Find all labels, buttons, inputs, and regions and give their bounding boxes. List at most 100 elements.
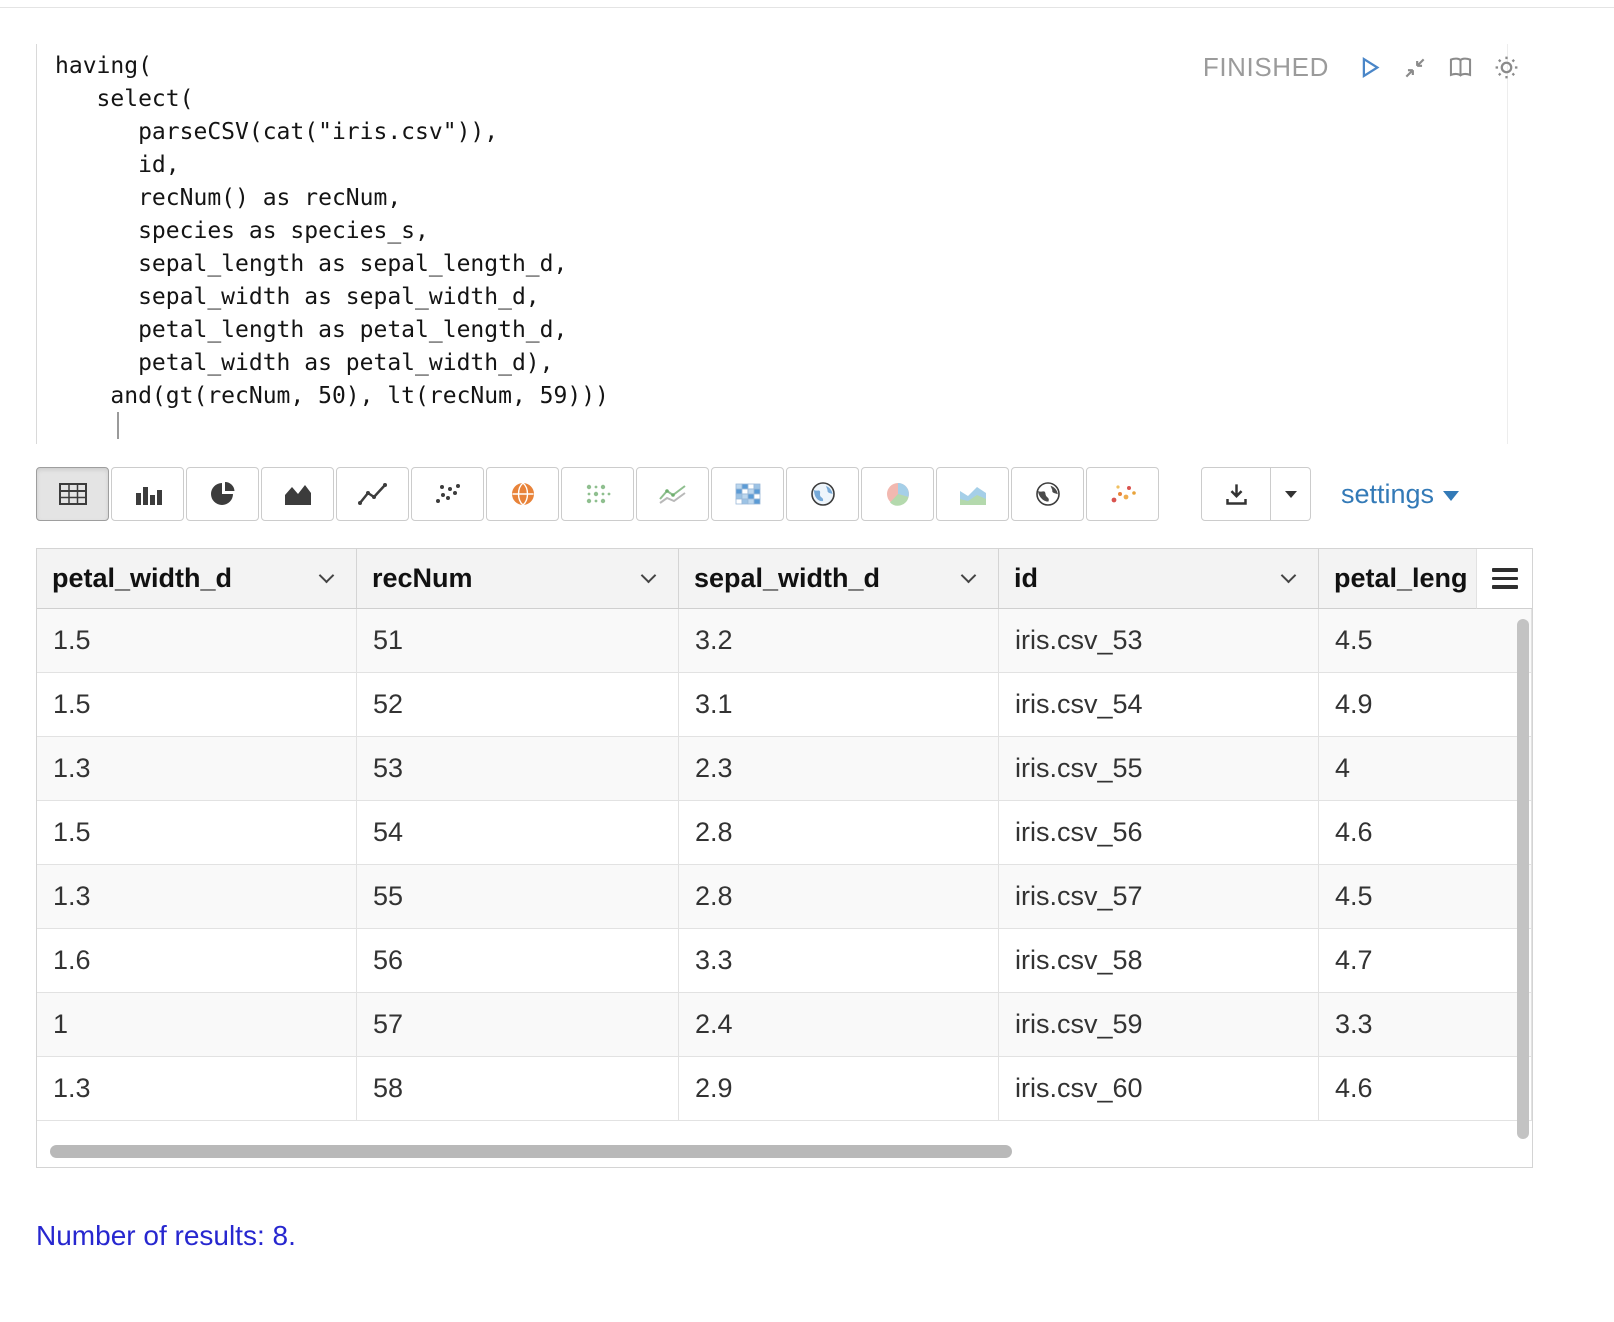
table-body: 1.5 51 3.2 iris.csv_53 4.5 1.5 52 3.1 iris.csv_5… <box>37 609 1532 1121</box>
collapse-editor-button[interactable] <box>1402 55 1428 81</box>
chart-worldmap-button[interactable] <box>1011 467 1084 521</box>
table-cell: 1 <box>37 993 357 1056</box>
download-button[interactable] <box>1201 467 1271 521</box>
table-cell: iris.csv_57 <box>999 865 1319 928</box>
table-cell: 1.3 <box>37 737 357 800</box>
download-split-button <box>1201 467 1311 521</box>
table-cell: 1.3 <box>37 865 357 928</box>
table-cell: 1.6 <box>37 929 357 992</box>
paragraph-controls: FINISHED <box>1203 52 1520 83</box>
table-cell: 57 <box>357 993 679 1056</box>
text-cursor <box>117 412 119 439</box>
code-editor[interactable]: FINISHED having(select(parseCSV(cat("i… <box>36 44 1534 444</box>
code-line: select( <box>55 86 194 112</box>
table-cell: 4.6 <box>1319 801 1532 864</box>
pie-chart-icon <box>208 481 238 507</box>
horizontal-scrollbar[interactable] <box>50 1145 1012 1158</box>
multi-line-chart-icon <box>658 481 688 507</box>
run-button[interactable] <box>1356 54 1383 81</box>
editor-scrollbar-track <box>1507 44 1508 444</box>
chart-colorscatter-button[interactable] <box>1086 467 1159 521</box>
table-cell: 53 <box>357 737 679 800</box>
code-line: sepal_width as sepal_width_d, <box>55 284 540 310</box>
area-chart-icon <box>283 481 313 507</box>
table-row[interactable]: 1.6 56 3.3 iris.csv_58 4.7 <box>37 929 1532 993</box>
column-header-recNum[interactable]: recNum <box>357 549 679 608</box>
column-menu-chevron-icon[interactable] <box>640 567 657 584</box>
column-menu-chevron-icon[interactable] <box>1280 567 1297 584</box>
settings-toggle[interactable]: settings <box>1341 479 1460 510</box>
table-header-row: petal_width_d recNum sepal_width_d id petal_… <box>37 549 1532 609</box>
line-chart-icon <box>357 481 388 507</box>
chart-heatmap-button[interactable] <box>711 467 784 521</box>
table-row[interactable]: 1.3 53 2.3 iris.csv_55 4 <box>37 737 1532 801</box>
play-icon <box>1356 54 1383 81</box>
table-cell: iris.csv_55 <box>999 737 1319 800</box>
table-row[interactable]: 1.5 54 2.8 iris.csv_56 4.6 <box>37 801 1532 865</box>
table-cell: 4.9 <box>1319 673 1532 736</box>
download-dropdown-button[interactable] <box>1271 467 1311 521</box>
table-cell: 2.3 <box>679 737 999 800</box>
table-row[interactable]: 1.3 55 2.8 iris.csv_57 4.5 <box>37 865 1532 929</box>
chart-area-button[interactable] <box>261 467 334 521</box>
dark-globe-icon <box>1033 481 1063 507</box>
table-cell: 4.5 <box>1319 609 1532 672</box>
column-header-label: petal_width_d <box>52 563 233 593</box>
paragraph-settings-button[interactable] <box>1493 54 1520 81</box>
chart-table-button[interactable] <box>36 467 109 521</box>
column-header-id[interactable]: id <box>999 549 1319 608</box>
column-menu-chevron-icon[interactable] <box>318 567 335 584</box>
show-output-button[interactable] <box>1447 54 1474 81</box>
chart-sparkline-button[interactable] <box>636 467 709 521</box>
caret-down-icon <box>1284 490 1298 499</box>
chart-multibar-button[interactable] <box>111 467 184 521</box>
chart-line-button[interactable] <box>336 467 409 521</box>
code-line: and(gt(recNum, 50), lt(recNum, 59))) <box>55 383 609 409</box>
pastel-pie-chart-icon <box>883 481 913 507</box>
table-cell: 4.7 <box>1319 929 1532 992</box>
status-badge: FINISHED <box>1202 52 1329 82</box>
paragraph-divider <box>0 7 1614 8</box>
chart-stackedarea-button[interactable] <box>936 467 1009 521</box>
chart-pie-button[interactable] <box>186 467 259 521</box>
heatmap-icon <box>733 481 763 507</box>
table-row[interactable]: 1.5 51 3.2 iris.csv_53 4.5 <box>37 609 1532 673</box>
vertical-scrollbar[interactable] <box>1517 619 1529 1139</box>
code-block[interactable]: having( select( parseCSV(cat("iris.csv")… <box>37 44 1534 413</box>
table-cell: 1.5 <box>37 609 357 672</box>
result-count: Number of results: 8. <box>36 1220 296 1251</box>
table-cell: 1.5 <box>37 673 357 736</box>
chart-map-button[interactable] <box>486 467 559 521</box>
code-line: id, <box>55 152 180 178</box>
code-line: parseCSV(cat("iris.csv")), <box>55 119 499 145</box>
table-cell: 52 <box>357 673 679 736</box>
table-cell: iris.csv_60 <box>999 1057 1319 1120</box>
table-cell: 56 <box>357 929 679 992</box>
code-line: recNum() as recNum, <box>55 185 402 211</box>
column-menu-chevron-icon[interactable] <box>960 567 977 584</box>
download-icon <box>1223 481 1250 508</box>
stacked-area-chart-icon <box>958 481 988 507</box>
table-cell: 4.5 <box>1319 865 1532 928</box>
code-line: sepal_length as sepal_length_d, <box>55 251 568 277</box>
grid-menu-button[interactable] <box>1476 549 1532 609</box>
chart-geomap-button[interactable] <box>786 467 859 521</box>
table-cell: iris.csv_59 <box>999 993 1319 1056</box>
column-header-label: id <box>1014 563 1038 593</box>
chart-scatter-button[interactable] <box>411 467 484 521</box>
table-row[interactable]: 1.3 58 2.9 iris.csv_60 4.6 <box>37 1057 1532 1121</box>
table-row[interactable]: 1.5 52 3.1 iris.csv_54 4.9 <box>37 673 1532 737</box>
table-cell: 2.4 <box>679 993 999 1056</box>
column-header-sepal_width_d[interactable]: sepal_width_d <box>679 549 999 608</box>
shrink-arrows-icon <box>1402 55 1428 81</box>
chart-bubblegrid-button[interactable] <box>561 467 634 521</box>
column-header-petal_width_d[interactable]: petal_width_d <box>37 549 357 608</box>
notebook-paragraph: FINISHED having(select(parseCSV(cat("i… <box>0 0 1614 1322</box>
chart-pie2-button[interactable] <box>861 467 934 521</box>
results-table: petal_width_d recNum sepal_width_d id petal_… <box>36 548 1533 1168</box>
table-cell: 3.1 <box>679 673 999 736</box>
column-header-label: sepal_width_d <box>694 563 881 593</box>
table-row[interactable]: 1 57 2.4 iris.csv_59 3.3 <box>37 993 1532 1057</box>
caret-down-icon <box>1443 491 1460 501</box>
table-cell: 1.3 <box>37 1057 357 1120</box>
